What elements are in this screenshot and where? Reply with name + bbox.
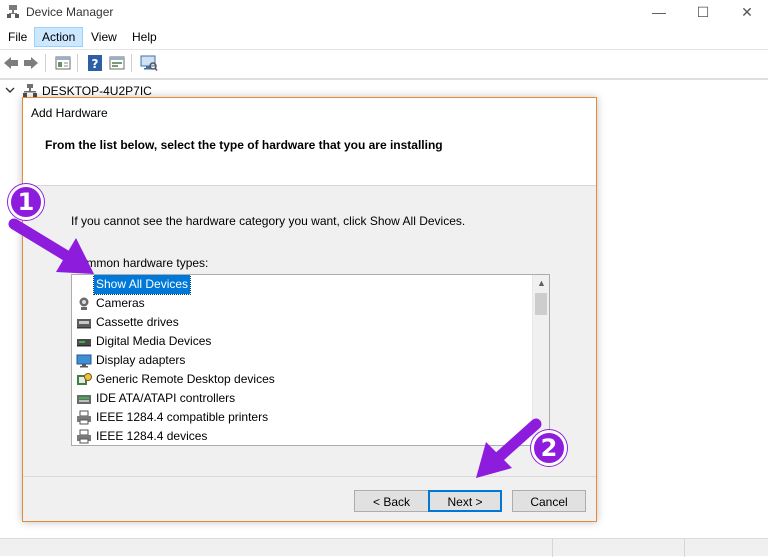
back-arrow-icon[interactable] xyxy=(2,54,20,72)
chevron-down-icon[interactable] xyxy=(4,83,16,97)
list-item-label: Cassette drives xyxy=(96,315,179,329)
cassette-drive-icon xyxy=(77,319,91,329)
list-item-label: Generic Remote Desktop devices xyxy=(96,372,275,386)
monitor-icon xyxy=(76,354,92,368)
ide-controller-icon xyxy=(77,395,91,404)
hardware-types-label: Common hardware types: xyxy=(71,256,209,270)
toolbar-separator xyxy=(77,54,78,72)
svg-text:?: ? xyxy=(92,57,99,71)
toolbar-separator xyxy=(131,54,132,72)
properties-icon[interactable] xyxy=(54,54,72,72)
update-driver-icon[interactable] xyxy=(108,54,126,72)
scan-hardware-icon[interactable] xyxy=(140,54,158,72)
scroll-thumb[interactable] xyxy=(535,293,547,315)
list-item[interactable]: Generic Remote Desktop devices xyxy=(72,370,530,389)
cancel-button[interactable]: Cancel xyxy=(512,490,586,512)
dialog-title: Add Hardware xyxy=(31,106,108,120)
toolbar: ? xyxy=(0,49,768,76)
dialog-titlebar: Add Hardware xyxy=(23,98,596,128)
menu-action[interactable]: Action xyxy=(34,27,84,47)
menu-help[interactable]: Help xyxy=(125,27,164,47)
list-item[interactable]: IDE ATA/ATAPI controllers xyxy=(72,389,530,408)
next-button[interactable]: Next > xyxy=(428,490,502,512)
computer-name: DESKTOP-4U2P7IC xyxy=(42,84,152,98)
menu-file[interactable]: File xyxy=(1,27,34,47)
printer-icon xyxy=(77,429,91,444)
window-titlebar: Device Manager — ☐ ✕ xyxy=(0,0,768,26)
minimize-button[interactable]: — xyxy=(636,0,682,26)
maximize-button[interactable]: ☐ xyxy=(680,0,726,26)
status-segment xyxy=(684,539,768,557)
scroll-up-arrow-icon[interactable]: ▲ xyxy=(533,275,549,292)
list-item[interactable]: Show All Devices xyxy=(72,275,530,295)
instruction-text: If you cannot see the hardware category … xyxy=(71,214,466,228)
dialog-header: From the list below, select the type of … xyxy=(23,128,596,186)
device-manager-icon xyxy=(7,5,19,18)
toolbar-separator xyxy=(45,54,46,72)
list-item-label: IEEE 1284.4 compatible printers xyxy=(96,410,269,424)
camera-icon xyxy=(79,297,89,310)
list-item-label: IDE ATA/ATAPI controllers xyxy=(96,391,236,405)
list-item[interactable]: Digital Media Devices xyxy=(72,332,530,351)
dialog-heading: From the list below, select the type of … xyxy=(45,138,443,152)
forward-arrow-icon[interactable] xyxy=(22,54,40,72)
help-icon[interactable]: ? xyxy=(86,54,104,72)
close-button[interactable]: ✕ xyxy=(724,0,768,26)
list-item-label: Show All Devices xyxy=(92,275,192,295)
media-device-icon xyxy=(77,339,91,347)
menu-bar: File Action View Help xyxy=(0,26,768,48)
list-item[interactable]: Cassette drives xyxy=(72,313,530,332)
list-item[interactable]: IEEE 1284.4 compatible printers xyxy=(72,408,530,427)
list-item[interactable]: IEEE 1284.4 devices xyxy=(72,427,530,445)
footer-divider xyxy=(23,476,596,477)
printer-icon xyxy=(77,410,91,425)
window-title: Device Manager xyxy=(26,5,114,19)
list-item-label: Cameras xyxy=(96,296,145,310)
list-item[interactable]: Display adapters xyxy=(72,351,530,370)
hardware-types-list[interactable]: Show All Devices Cameras Cassette drives Di… xyxy=(71,274,550,446)
list-item-label: Digital Media Devices xyxy=(96,334,212,348)
list-item-label: Display adapters xyxy=(96,353,186,367)
list-scrollbar[interactable]: ▲ xyxy=(532,275,549,445)
menu-view[interactable]: View xyxy=(84,27,124,47)
list-item[interactable]: Cameras xyxy=(72,294,530,313)
remote-desktop-icon xyxy=(77,373,92,385)
status-bar xyxy=(0,538,768,557)
list-item-label: IEEE 1284.4 devices xyxy=(96,429,208,443)
back-button[interactable]: < Back xyxy=(354,490,429,512)
add-hardware-dialog: Add Hardware From the list below, select… xyxy=(22,97,597,522)
